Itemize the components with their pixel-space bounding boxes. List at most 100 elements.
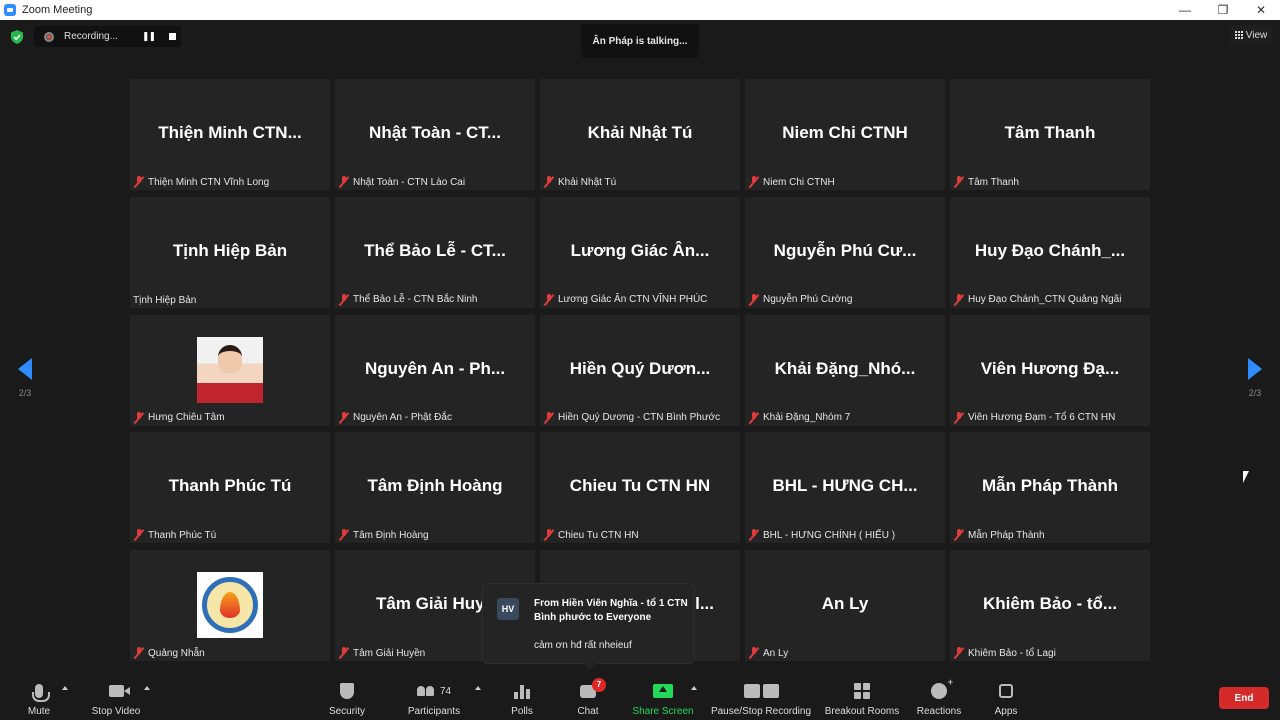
chat-notification-popup[interactable]: HV From Hiền Viên Nghĩa - tổ 1 CTN Bình … bbox=[482, 583, 695, 671]
participant-tile[interactable]: Hưng Chiêu Tâm bbox=[130, 314, 330, 426]
participant-display-name: Chieu Tu CTN HN bbox=[569, 476, 711, 496]
participant-video-grid: Thiện Minh CTN... Thiện Minh CTN Vĩnh Lon… bbox=[130, 79, 1150, 661]
participant-tile[interactable]: Quảng Nhẫn bbox=[130, 550, 330, 661]
participant-display-name: Khiêm Bảo - tổ... bbox=[982, 594, 1118, 613]
breakout-rooms-icon bbox=[854, 683, 870, 699]
muted-microphone-icon bbox=[338, 529, 350, 541]
participant-tile[interactable]: Nguyên An - Ph... Nguyên An - Phật Đắc bbox=[335, 314, 535, 426]
participant-tile[interactable]: An Ly An Ly bbox=[745, 550, 945, 661]
participant-name-label: Tâm Giải Huyền bbox=[338, 647, 425, 659]
recording-dot-icon bbox=[44, 31, 54, 42]
participant-tile[interactable]: Hiền Quý Dươn... Hiền Quý Dương - CTN Bìn… bbox=[540, 314, 740, 426]
participant-name-label: Khải Đặng_Nhóm 7 bbox=[748, 411, 851, 424]
stop-video-label: Stop Video bbox=[91, 706, 141, 717]
participant-tile[interactable]: Thiện Minh CTN... Thiện Minh CTN Vĩnh Lon… bbox=[130, 79, 330, 190]
recording-button-label: Pause/Stop Recording bbox=[710, 706, 812, 717]
participants-icon bbox=[416, 686, 434, 696]
participant-tile[interactable]: Khải Đặng_Nhó... Khải Đặng_Nhóm 7 bbox=[745, 314, 945, 426]
participants-button[interactable]: 74 Participants bbox=[404, 669, 464, 720]
participant-display-name: Khải Đặng_Nhó... bbox=[774, 358, 916, 378]
mute-button[interactable]: Mute bbox=[22, 669, 56, 720]
participant-name: Thể Bảo Lễ - CTN Bắc Ninh bbox=[353, 294, 478, 306]
participant-name-label: Thể Bảo Lễ - CTN Bắc Ninh bbox=[338, 293, 478, 306]
participant-tile[interactable]: BHL - HƯNG CH... BHL - HƯNG CHÍNH ( HIẾU … bbox=[745, 432, 945, 544]
participant-tile[interactable]: Niem Chi CTNH Niem Chi CTNH bbox=[745, 79, 945, 190]
participant-name-label: Hiền Quý Dương - CTN Bình Phước bbox=[543, 411, 720, 424]
participant-tile[interactable]: Thanh Phúc Tú Thanh Phúc Tú bbox=[130, 432, 330, 544]
security-button[interactable]: Security bbox=[326, 669, 368, 720]
muted-microphone-icon bbox=[338, 411, 350, 424]
breakout-rooms-button[interactable]: Breakout Rooms bbox=[823, 669, 901, 720]
next-page-button[interactable]: 2/3 bbox=[1240, 358, 1270, 398]
participant-name: Tịnh Hiệp Bản bbox=[133, 294, 197, 306]
view-button[interactable]: View bbox=[1230, 25, 1272, 45]
page-indicator-right: 2/3 bbox=[1248, 388, 1262, 398]
microphone-icon bbox=[32, 684, 50, 702]
participant-display-name: Khải Nhật Tú bbox=[587, 123, 693, 142]
participant-tile[interactable]: Tâm Định Hoàng Tâm Định Hoàng bbox=[335, 432, 535, 544]
pause-stop-recording-button[interactable]: Pause/Stop Recording bbox=[709, 669, 813, 720]
participant-tile[interactable]: Lương Giác Ân... Lương Giác Ân CTN VĨNH P… bbox=[540, 196, 740, 308]
muted-microphone-icon bbox=[748, 411, 760, 424]
participants-label: Participants bbox=[407, 706, 461, 717]
audio-options-caret-icon[interactable] bbox=[62, 686, 68, 690]
title-bar: Zoom Meeting — ❐ ✕ bbox=[0, 0, 1280, 20]
participant-tile[interactable]: Huy Đạo Chánh_... Huy Đạo Chánh_CTN Quảng… bbox=[950, 196, 1150, 308]
participant-name: Niem Chi CTNH bbox=[763, 176, 835, 188]
polls-button[interactable]: Polls bbox=[506, 669, 538, 720]
participant-name: Tâm Giải Huyền bbox=[353, 647, 426, 659]
sender-avatar: HV bbox=[497, 598, 519, 620]
participant-display-name: Thể Bảo Lễ - CT... bbox=[364, 240, 506, 260]
pause-recording-icon[interactable]: ❚❚ bbox=[142, 31, 156, 42]
muted-microphone-icon bbox=[953, 411, 965, 424]
participant-tile[interactable]: Mẫn Pháp Thành Mẫn Pháp Thành bbox=[950, 432, 1150, 544]
pause-stop-recording-icon bbox=[743, 684, 779, 698]
participant-tile[interactable]: Nguyễn Phú Cư... Nguyễn Phú Cường bbox=[745, 196, 945, 308]
minimize-button[interactable]: — bbox=[1166, 0, 1204, 20]
video-options-caret-icon[interactable] bbox=[144, 686, 150, 690]
share-screen-label: Share Screen bbox=[632, 706, 694, 717]
participant-name: Tâm Định Hoàng bbox=[353, 529, 429, 541]
encryption-shield-icon[interactable] bbox=[10, 30, 24, 44]
muted-microphone-icon bbox=[133, 176, 145, 188]
close-button[interactable]: ✕ bbox=[1242, 0, 1280, 20]
muted-microphone-icon bbox=[953, 176, 965, 188]
participant-tile[interactable]: Nhật Toàn - CT... Nhật Toàn - CTN Lào Cai bbox=[335, 79, 535, 190]
stop-video-button[interactable]: Stop Video bbox=[88, 669, 144, 720]
participant-name: Nguyên An - Phật Đắc bbox=[353, 412, 452, 423]
participants-options-caret-icon[interactable] bbox=[475, 686, 481, 690]
participant-tile[interactable]: Tịnh Hiệp Bản Tịnh Hiệp Bản bbox=[130, 196, 330, 308]
participant-name: Khải Đặng_Nhóm 7 bbox=[763, 412, 851, 423]
muted-microphone-icon bbox=[748, 647, 760, 659]
apps-button[interactable]: Apps bbox=[990, 669, 1022, 720]
participant-tile[interactable]: Chieu Tu CTN HN Chieu Tu CTN HN bbox=[540, 432, 740, 544]
participant-tile[interactable]: Khiêm Bảo - tổ... Khiêm Bảo - tổ Lagi bbox=[950, 550, 1150, 661]
previous-page-button[interactable]: 2/3 bbox=[10, 358, 40, 398]
participant-name-label: Chieu Tu CTN HN bbox=[543, 529, 639, 541]
participant-tile[interactable]: Khải Nhật Tú Khải Nhật Tú bbox=[540, 79, 740, 190]
participant-name: Viên Hương Đạm - Tổ 6 CTN HN bbox=[968, 412, 1116, 423]
share-screen-button[interactable]: Share Screen bbox=[631, 669, 695, 720]
chat-button[interactable]: 7 Chat bbox=[572, 669, 606, 720]
participant-name-label: Tâm Định Hoàng bbox=[338, 529, 429, 541]
maximize-button[interactable]: ❐ bbox=[1204, 0, 1242, 20]
participant-name: Quảng Nhẫn bbox=[148, 647, 205, 659]
page-indicator-left: 2/3 bbox=[18, 388, 32, 398]
participant-tile[interactable]: Thể Bảo Lễ - CT... Thể Bảo Lễ - CTN Bắc N… bbox=[335, 196, 535, 308]
participant-display-name: Mẫn Pháp Thành bbox=[982, 476, 1118, 496]
participant-tile[interactable]: Viên Hương Đạ... Viên Hương Đạm - Tổ 6 CT… bbox=[950, 314, 1150, 426]
participant-name: Nguyễn Phú Cường bbox=[763, 294, 853, 306]
participant-name: Huy Đạo Chánh_CTN Quảng Ngãi bbox=[968, 294, 1122, 306]
participant-display-name: An Ly bbox=[821, 594, 869, 613]
participant-name-label: Nguyên An - Phật Đắc bbox=[338, 411, 452, 424]
recording-label: Recording... bbox=[64, 31, 118, 42]
participant-tile[interactable]: Tâm Thanh Tâm Thanh bbox=[950, 79, 1150, 190]
stop-recording-icon[interactable] bbox=[169, 33, 177, 40]
end-meeting-button[interactable]: End bbox=[1219, 687, 1269, 709]
reactions-button[interactable]: Reactions bbox=[915, 669, 963, 720]
participant-name-label: Hưng Chiêu Tâm bbox=[133, 411, 225, 424]
share-options-caret-icon[interactable] bbox=[691, 686, 697, 690]
muted-microphone-icon bbox=[338, 176, 350, 188]
chat-message: cảm ơn hđ rất nheieuf bbox=[534, 640, 632, 651]
participant-logo-avatar bbox=[197, 572, 263, 638]
